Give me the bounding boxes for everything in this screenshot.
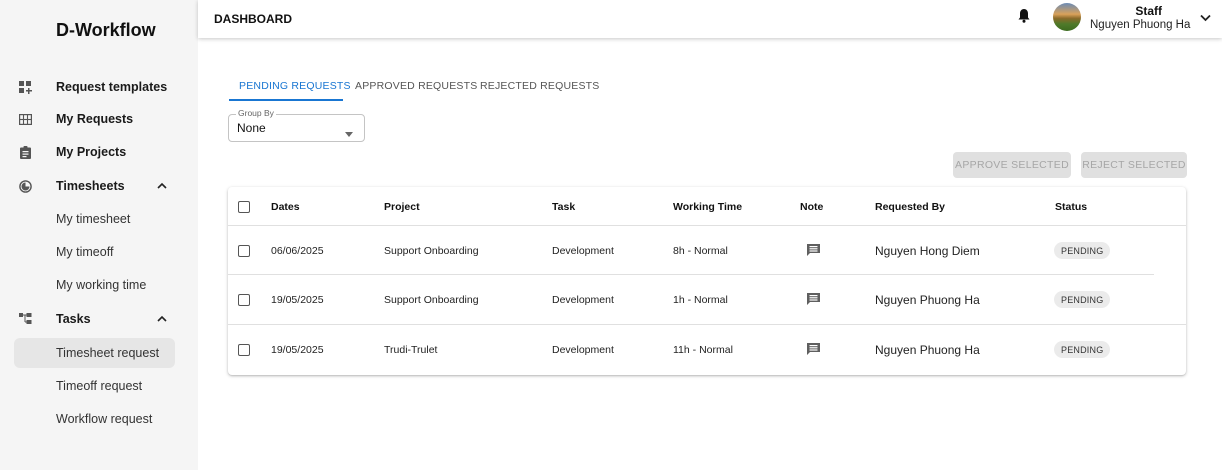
cell-task: Development — [552, 344, 614, 356]
sidebar: D-Workflow Request templates My Requests… — [0, 0, 198, 470]
dropdown-arrow-icon[interactable] — [345, 124, 353, 137]
sidebar-item-my-working-time[interactable]: My working time — [0, 270, 198, 300]
user-role: Staff — [1135, 4, 1162, 18]
active-tab-indicator — [229, 99, 343, 101]
group-by-label: Group By — [236, 108, 276, 118]
clipboard-icon — [18, 145, 32, 159]
status-badge: PENDING — [1054, 341, 1111, 358]
group-by-value: None — [237, 121, 266, 135]
page-title: DASHBOARD — [214, 12, 292, 26]
sidebar-item-timesheet-request[interactable]: Timesheet request — [0, 338, 198, 368]
cell-requested-by: Nguyen Phuong Ha — [875, 293, 980, 307]
sidebar-subitem-label: Workflow request — [56, 412, 153, 426]
templates-icon — [18, 80, 32, 94]
sidebar-item-workflow-request[interactable]: Workflow request — [0, 404, 198, 434]
row-checkbox[interactable] — [238, 294, 250, 306]
chevron-up-icon — [157, 180, 167, 192]
sidebar-item-request-templates[interactable]: Request templates — [0, 72, 198, 102]
sidebar-item-label: My Requests — [56, 112, 134, 126]
reject-selected-button[interactable]: REJECT SELECTED — [1081, 152, 1187, 178]
timesheets-icon — [18, 179, 32, 193]
sidebar-subitem-label: Timesheet request — [56, 346, 160, 360]
avatar[interactable] — [1053, 3, 1081, 31]
cell-date: 19/05/2025 — [271, 294, 324, 306]
cell-project: Support Onboarding — [384, 245, 479, 257]
table-divider — [228, 225, 1186, 226]
chevron-up-icon — [157, 313, 167, 325]
sidebar-item-my-timesheet[interactable]: My timesheet — [0, 204, 198, 234]
cell-project: Trudi-Trulet — [384, 344, 438, 356]
tab-pending-requests[interactable]: PENDING REQUESTS — [239, 80, 351, 92]
column-header-note: Note — [800, 201, 824, 213]
sidebar-subitem-label: My timesheet — [56, 212, 131, 226]
cell-task: Development — [552, 245, 614, 257]
column-header-requested-by: Requested By — [875, 201, 946, 213]
sidebar-item-my-timeoff[interactable]: My timeoff — [0, 237, 198, 267]
sidebar-item-my-projects[interactable]: My Projects — [0, 137, 198, 167]
cell-project: Support Onboarding — [384, 294, 479, 306]
table-divider — [228, 274, 1154, 275]
note-icon[interactable] — [807, 342, 821, 355]
tab-approved-requests[interactable]: APPROVED REQUESTS — [355, 80, 477, 92]
tasks-icon — [18, 312, 32, 326]
cell-date: 19/05/2025 — [271, 344, 324, 356]
sidebar-item-label: Request templates — [56, 80, 168, 94]
column-header-status: Status — [1055, 201, 1088, 213]
column-header-dates: Dates — [271, 201, 300, 213]
cell-requested-by: Nguyen Phuong Ha — [875, 343, 980, 357]
sidebar-subitem-label: My timeoff — [56, 245, 114, 259]
sidebar-subitem-label: Timeoff request — [56, 379, 143, 393]
table-divider — [228, 324, 1186, 325]
sidebar-item-my-requests[interactable]: My Requests — [0, 104, 198, 134]
column-header-working-time: Working Time — [673, 201, 743, 213]
sidebar-item-tasks[interactable]: Tasks — [0, 304, 198, 334]
sidebar-item-timesheets[interactable]: Timesheets — [0, 171, 198, 201]
cell-date: 06/06/2025 — [271, 245, 324, 257]
row-checkbox[interactable] — [238, 344, 250, 356]
app-brand: D-Workflow — [56, 20, 156, 40]
approve-selected-button[interactable]: APPROVE SELECTED — [953, 152, 1071, 178]
sidebar-item-timeoff-request[interactable]: Timeoff request — [0, 371, 198, 401]
note-icon[interactable] — [807, 292, 821, 305]
column-header-project: Project — [384, 201, 420, 213]
sidebar-item-label: Tasks — [56, 312, 91, 326]
sidebar-item-label: Timesheets — [56, 179, 125, 193]
sidebar-item-label: My Projects — [56, 145, 127, 159]
chevron-down-icon[interactable] — [1200, 9, 1212, 22]
tab-rejected-requests[interactable]: REJECTED REQUESTS — [480, 80, 600, 92]
cell-requested-by: Nguyen Hong Diem — [875, 244, 980, 258]
bell-icon[interactable] — [1018, 8, 1034, 26]
top-header: DASHBOARD Staff Nguyen Phuong Ha — [198, 0, 1222, 38]
cell-working-time: 8h - Normal — [673, 245, 728, 257]
sidebar-subitem-label: My working time — [56, 278, 147, 292]
row-checkbox[interactable] — [238, 245, 250, 257]
column-header-task: Task — [552, 201, 576, 213]
note-icon[interactable] — [807, 243, 821, 256]
cell-task: Development — [552, 294, 614, 306]
cell-working-time: 11h - Normal — [673, 344, 733, 356]
grid-icon — [18, 112, 32, 126]
cell-working-time: 1h - Normal — [673, 294, 728, 306]
status-badge: PENDING — [1054, 291, 1111, 308]
select-all-checkbox[interactable] — [238, 201, 250, 213]
user-name: Nguyen Phuong Ha — [1090, 19, 1191, 31]
status-badge: PENDING — [1054, 242, 1111, 259]
